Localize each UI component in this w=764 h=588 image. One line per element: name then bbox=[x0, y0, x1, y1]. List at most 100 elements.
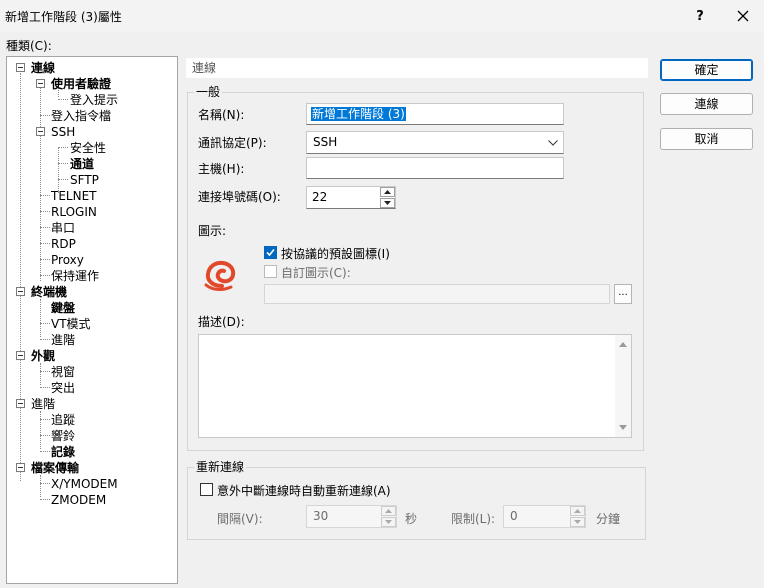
tree-item-xymodem[interactable]: X/YMODEM bbox=[51, 476, 118, 492]
spin-down-icon bbox=[574, 520, 581, 524]
spin-up-icon bbox=[574, 509, 581, 513]
tree-item-keyboard[interactable]: 鍵盤 bbox=[51, 300, 75, 316]
tree-connector bbox=[40, 363, 41, 385]
collapse-icon[interactable] bbox=[36, 79, 45, 88]
ssh-protocol-icon bbox=[202, 255, 242, 295]
tree-item-terminal-advanced[interactable]: 進階 bbox=[51, 332, 75, 348]
tree-item-login-prompts[interactable]: 登入提示 bbox=[70, 92, 118, 108]
name-value: 新增工作階段 (3) bbox=[311, 107, 406, 121]
custom-icon-path-input[interactable] bbox=[264, 284, 610, 304]
spin-down-icon bbox=[385, 520, 392, 524]
tree-item-ssh[interactable]: SSH bbox=[51, 124, 75, 140]
tree-item-keep-alive[interactable]: 保持運作 bbox=[51, 268, 99, 284]
collapse-icon[interactable] bbox=[16, 63, 25, 72]
tree-item-login-script[interactable]: 登入指令檔 bbox=[51, 108, 111, 124]
scroll-up-icon bbox=[619, 342, 627, 347]
limit-spin-down[interactable] bbox=[570, 517, 585, 527]
tree-connector bbox=[58, 147, 59, 193]
cancel-button[interactable]: 取消 bbox=[660, 128, 753, 150]
tree-item-sftp[interactable]: SFTP bbox=[70, 172, 99, 188]
collapse-icon[interactable] bbox=[16, 351, 25, 360]
port-spin-up[interactable] bbox=[380, 187, 395, 197]
icon-label: 圖示: bbox=[198, 224, 227, 238]
name-label: 名稱(N): bbox=[198, 108, 245, 122]
category-tree[interactable]: 連線 使用者驗證 登入提示 登入指令檔 SSH 安全性 通道 SFTP TELN… bbox=[6, 56, 178, 584]
tree-item-tunneling[interactable]: 通道 bbox=[70, 156, 94, 172]
description-value bbox=[199, 335, 631, 341]
custom-icon-checkbox[interactable] bbox=[264, 265, 277, 278]
tree-item-advanced[interactable]: 進階 bbox=[31, 396, 55, 412]
tree-connector bbox=[58, 147, 68, 148]
tree-connector bbox=[58, 99, 68, 100]
tree-item-rlogin[interactable]: RLOGIN bbox=[51, 204, 97, 220]
tree-item-vt-modes[interactable]: VT模式 bbox=[51, 316, 91, 332]
host-value bbox=[307, 158, 563, 164]
tree-item-proxy[interactable]: Proxy bbox=[51, 252, 84, 268]
collapse-icon[interactable] bbox=[16, 399, 25, 408]
browse-icon-button[interactable]: ... bbox=[614, 284, 632, 304]
protocol-value: SSH bbox=[313, 135, 338, 149]
description-scrollbar[interactable] bbox=[615, 335, 631, 437]
tree-item-file-transfer[interactable]: 檔案傳輸 bbox=[31, 460, 79, 476]
tree-item-highlight[interactable]: 突出 bbox=[51, 380, 75, 396]
interval-spin-down[interactable] bbox=[381, 517, 396, 527]
default-icon-label[interactable]: 按協議的預設圖標(I) bbox=[281, 245, 390, 262]
tree-item-zmodem[interactable]: ZMODEM bbox=[51, 492, 106, 508]
limit-label: 限制(L): bbox=[451, 512, 496, 526]
limit-spin-up[interactable] bbox=[570, 506, 585, 516]
tree-item-trace[interactable]: 追蹤 bbox=[51, 412, 75, 428]
name-input[interactable]: 新增工作階段 (3) bbox=[306, 103, 564, 125]
interval-value: 30 bbox=[313, 509, 329, 523]
protocol-select[interactable]: SSH bbox=[306, 131, 564, 154]
auto-reconnect-label[interactable]: 意外中斷連線時自動重新連線(A) bbox=[217, 482, 391, 499]
tree-connector bbox=[40, 371, 50, 372]
category-label: 種類(C): bbox=[6, 39, 52, 53]
interval-spin-up[interactable] bbox=[381, 506, 396, 516]
port-spin-down[interactable] bbox=[380, 198, 395, 208]
tree-connector bbox=[40, 499, 50, 500]
tree-item-authentication[interactable]: 使用者驗證 bbox=[51, 76, 111, 92]
port-spinner[interactable]: 22 bbox=[306, 186, 396, 209]
collapse-icon[interactable] bbox=[36, 127, 45, 136]
description-textarea[interactable] bbox=[198, 334, 632, 438]
tree-item-telnet[interactable]: TELNET bbox=[51, 188, 97, 204]
tree-item-terminal[interactable]: 終端機 bbox=[31, 284, 67, 300]
connect-button[interactable]: 連線 bbox=[660, 93, 753, 115]
ok-button[interactable]: 確定 bbox=[660, 59, 753, 81]
host-input[interactable] bbox=[306, 157, 564, 179]
tree-item-appearance[interactable]: 外觀 bbox=[31, 348, 55, 364]
tree-connector bbox=[40, 339, 50, 340]
tree-connector bbox=[40, 211, 50, 212]
auto-reconnect-checkbox[interactable] bbox=[200, 483, 213, 496]
interval-spinner[interactable]: 30 bbox=[306, 505, 397, 528]
tree-connector bbox=[40, 483, 50, 484]
chevron-down-icon bbox=[545, 134, 561, 151]
port-value: 22 bbox=[312, 190, 328, 204]
tree-item-rdp[interactable]: RDP bbox=[51, 236, 76, 252]
tree-item-security[interactable]: 安全性 bbox=[70, 140, 106, 156]
tree-item-connection[interactable]: 連線 bbox=[31, 60, 55, 76]
collapse-icon[interactable] bbox=[16, 287, 25, 296]
tree-connector bbox=[40, 195, 50, 196]
limit-unit: 分鐘 bbox=[596, 512, 621, 526]
tree-item-window[interactable]: 視窗 bbox=[51, 364, 75, 380]
tree-item-serial[interactable]: 串口 bbox=[51, 220, 75, 236]
protocol-label: 通訊協定(P): bbox=[198, 136, 267, 150]
tree-connector bbox=[20, 73, 21, 481]
close-button[interactable] bbox=[730, 4, 756, 28]
default-icon-checkbox[interactable] bbox=[264, 246, 277, 259]
tree-item-bell[interactable]: 響鈴 bbox=[51, 428, 75, 444]
collapse-icon[interactable] bbox=[16, 463, 25, 472]
tree-connector bbox=[40, 299, 41, 337]
help-button[interactable]: ? bbox=[688, 4, 712, 28]
custom-icon-label[interactable]: 自訂圖示(C): bbox=[281, 264, 351, 281]
tree-item-logging[interactable]: 記錄 bbox=[51, 444, 75, 460]
port-label: 連接埠號碼(O): bbox=[198, 190, 281, 204]
tree-connector bbox=[40, 275, 50, 276]
tree-connector bbox=[40, 227, 50, 228]
tree-connector bbox=[40, 243, 50, 244]
limit-spinner[interactable]: 0 bbox=[503, 505, 586, 528]
tree-connector bbox=[40, 411, 41, 449]
close-icon bbox=[737, 10, 749, 22]
tree-connector bbox=[40, 419, 50, 420]
